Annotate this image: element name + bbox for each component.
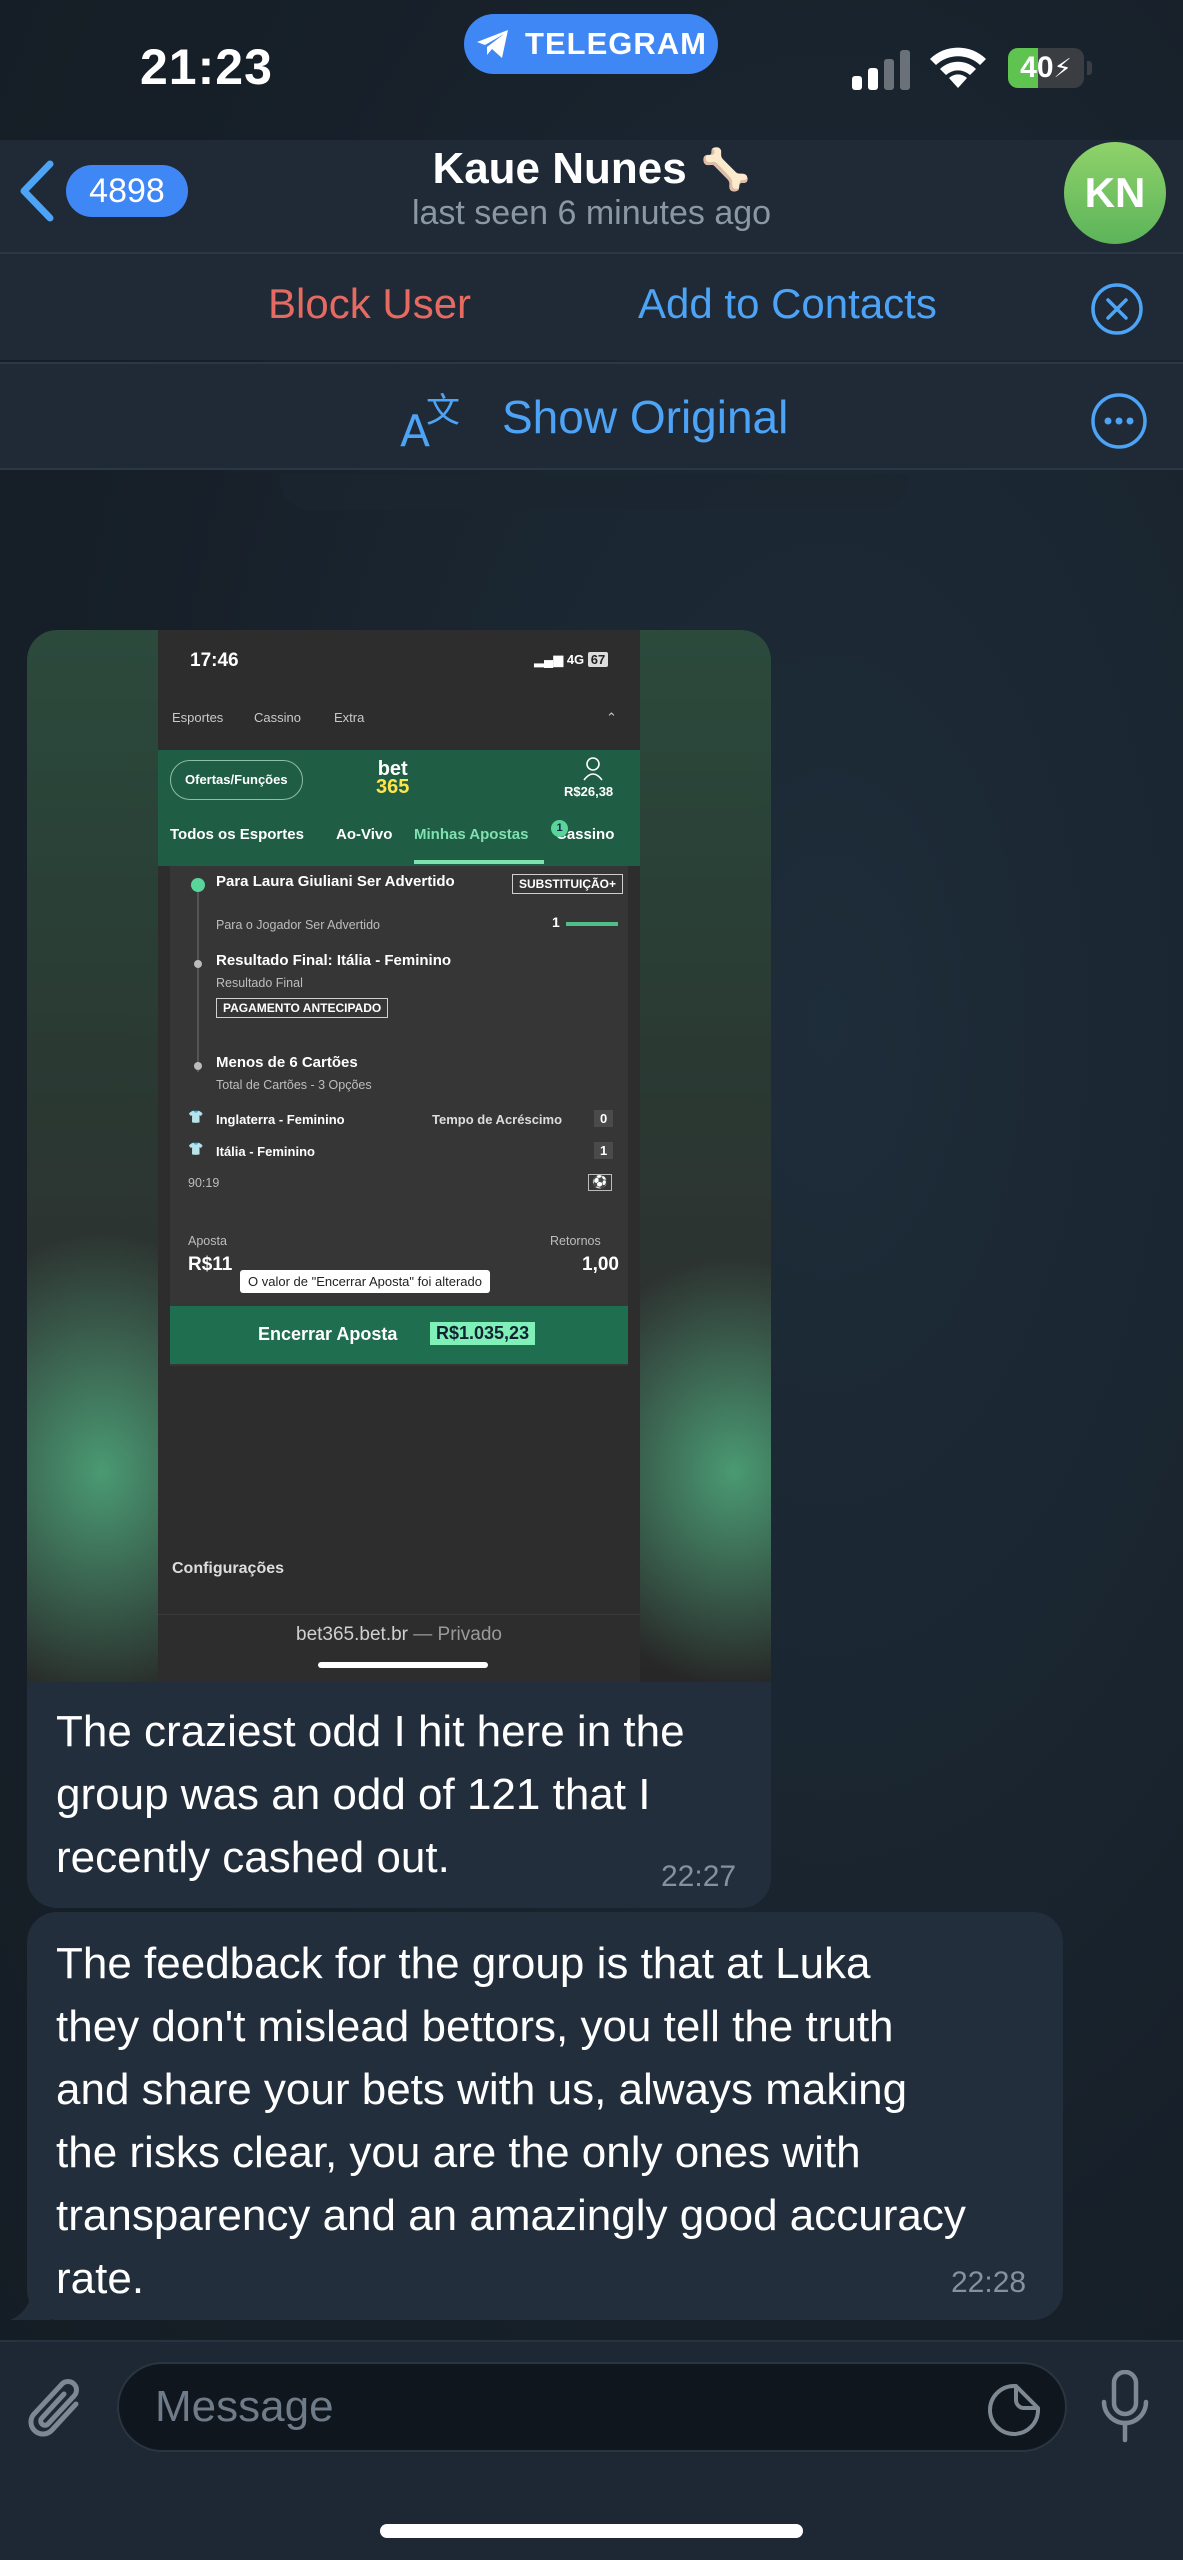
svg-text:文: 文 xyxy=(426,391,460,431)
unread-count-badge: 4898 xyxy=(66,165,188,217)
message-time: 22:27 xyxy=(661,1860,737,1893)
shot-cashout-button: Encerrar Aposta R$1.035,23 xyxy=(170,1306,628,1364)
sticker-icon[interactable] xyxy=(986,2382,1042,2438)
shot-time: 17:46 xyxy=(190,650,239,671)
shot-config: Configurações xyxy=(172,1560,285,1577)
message-text: The feedback for the group is that at Lu… xyxy=(56,1939,966,2303)
battery-level: 40⚡ xyxy=(1020,51,1072,84)
chevron-left-icon xyxy=(20,160,54,222)
show-original-button[interactable]: Show Original xyxy=(502,390,788,444)
translation-bar: A 文 Show Original xyxy=(0,362,1183,470)
more-options-icon[interactable] xyxy=(1090,392,1148,450)
message-bubble-photo[interactable]: 17:46 ▂▄▆ 4G 67 Esportes Cassino Extra ⌃… xyxy=(27,630,771,1908)
status-time: 21:23 xyxy=(140,39,273,95)
photo-attachment[interactable]: 17:46 ▂▄▆ 4G 67 Esportes Cassino Extra ⌃… xyxy=(27,630,771,1682)
telegram-pill-label: TELEGRAM xyxy=(525,26,707,61)
bubble-tail xyxy=(10,2288,50,2320)
block-user-button[interactable]: Block User xyxy=(268,280,471,328)
shot-url: bet365.bet.br — Privado xyxy=(296,1624,502,1645)
bet365-logo: bet 365 xyxy=(376,758,410,798)
user-icon xyxy=(583,757,603,781)
telegram-pill[interactable]: TELEGRAM xyxy=(464,14,718,74)
message-bubble-text[interactable]: The feedback for the group is that at Lu… xyxy=(27,1912,1063,2320)
status-bar: 21:23 TELEGRAM 40⚡ xyxy=(0,0,1183,140)
contact-action-bar: Block User Add to Contacts xyxy=(0,252,1183,360)
message-input[interactable] xyxy=(117,2362,1067,2452)
shot-signal: ▂▄▆ 4G 67 xyxy=(534,652,609,668)
shot-header: Ofertas/Funções bet 365 R$26,38 Todos os… xyxy=(158,750,640,866)
paperclip-icon[interactable] xyxy=(26,2374,90,2444)
chat-header: Kaue Nunes 🦴 last seen 6 minutes ago 4898… xyxy=(0,140,1183,252)
bone-emoji: 🦴 xyxy=(700,147,751,192)
shot-tooltip: O valor de "Encerrar Aposta" foi alterad… xyxy=(240,1270,490,1293)
close-icon[interactable] xyxy=(1090,282,1144,336)
shot-nav: Esportes Cassino Extra ⌃ xyxy=(158,688,640,750)
telegram-icon xyxy=(477,30,509,58)
message-text: The craziest odd I hit here in the group… xyxy=(56,1707,685,1882)
add-to-contacts-button[interactable]: Add to Contacts xyxy=(638,280,937,328)
previous-message-edge xyxy=(280,474,908,510)
home-indicator xyxy=(380,2524,803,2538)
battery-indicator: 40⚡ xyxy=(1008,48,1092,88)
contact-name: Kaue Nunes xyxy=(432,144,687,193)
back-button[interactable]: 4898 xyxy=(18,160,188,222)
microphone-icon[interactable] xyxy=(1098,2370,1152,2444)
avatar[interactable]: KN xyxy=(1064,142,1166,244)
translate-icon: A 文 xyxy=(400,391,460,450)
bet-screenshot: 17:46 ▂▄▆ 4G 67 Esportes Cassino Extra ⌃… xyxy=(158,630,640,1682)
message-time: 22:28 xyxy=(951,2266,1027,2299)
cellular-signal-icon xyxy=(852,50,910,90)
wifi-icon xyxy=(930,47,986,88)
